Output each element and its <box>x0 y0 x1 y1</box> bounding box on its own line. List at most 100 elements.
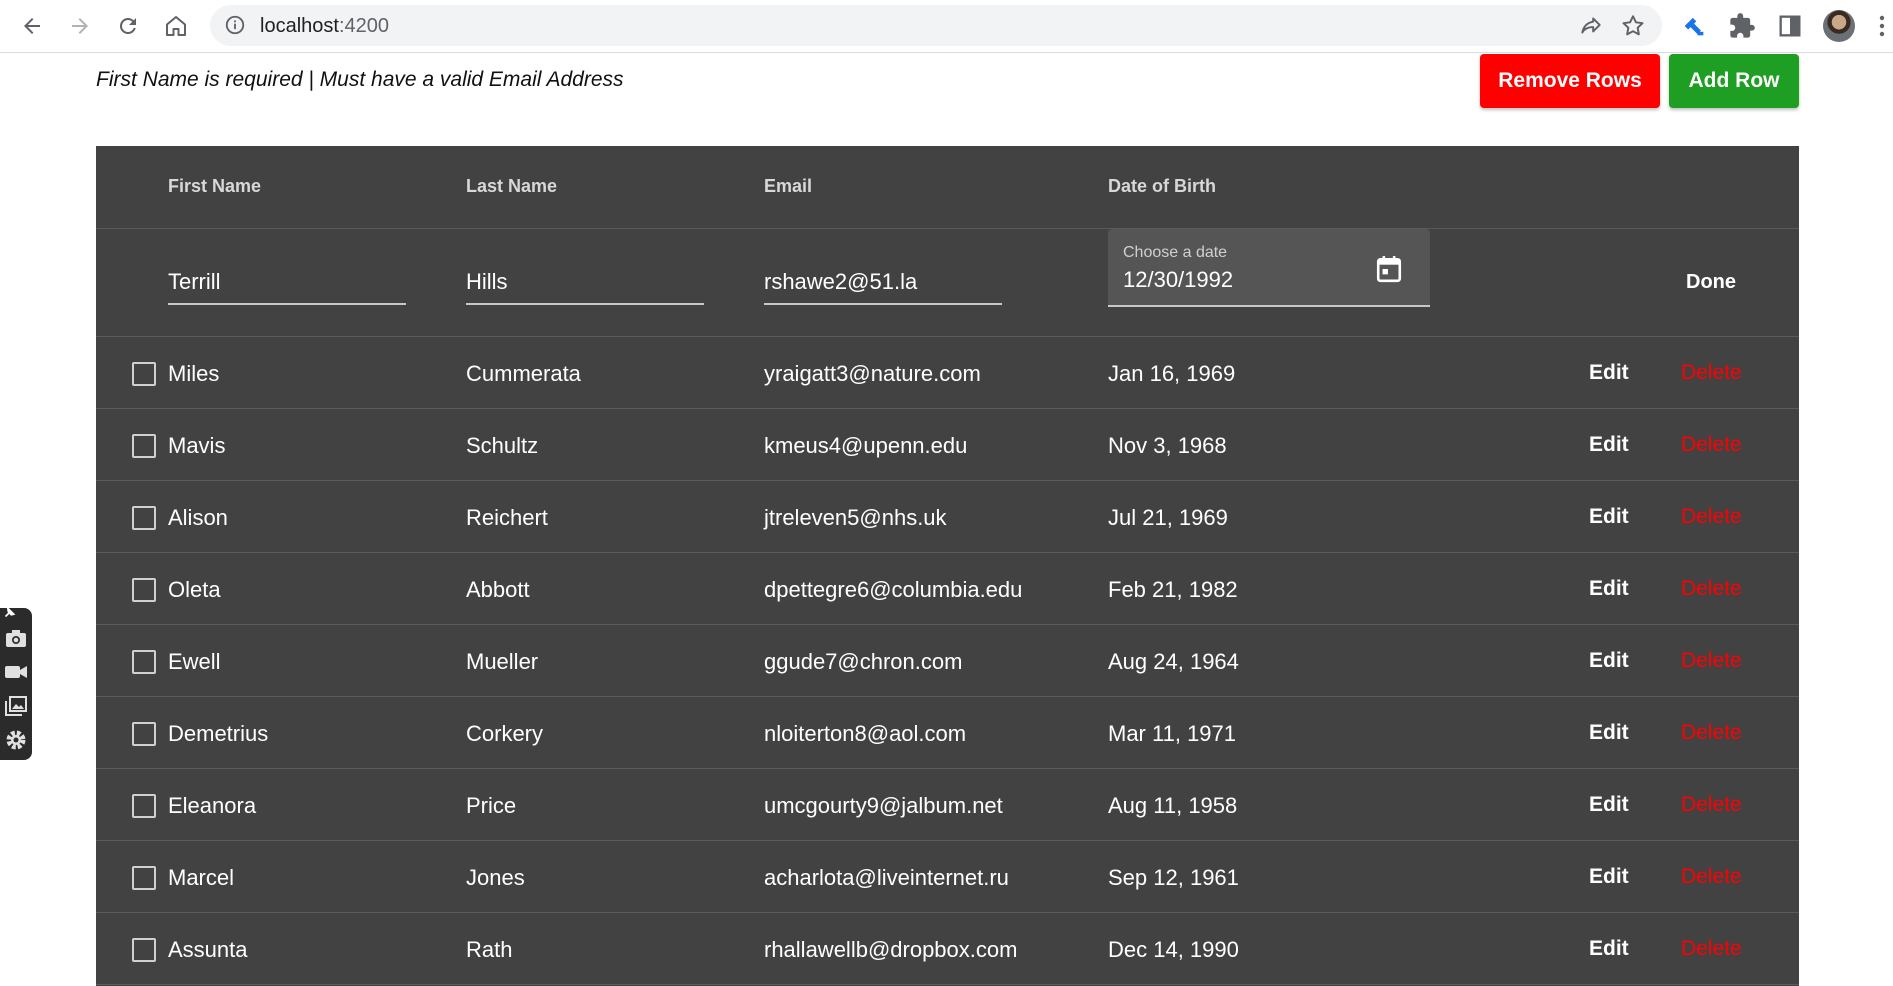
reload-icon <box>119 17 136 34</box>
cell-last-name: Schultz <box>466 433 539 458</box>
header-email[interactable]: Email <box>764 176 812 197</box>
forward-icon <box>72 18 88 34</box>
home-icon <box>166 16 186 36</box>
forward-button[interactable] <box>62 8 98 44</box>
remove-rows-button[interactable]: Remove Rows <box>1480 54 1660 108</box>
validation-message: First Name is required | Must have a val… <box>96 68 624 91</box>
table-row: Assunta Rath rhallawellb@dropbox.com Dec 14… <box>96 913 1799 985</box>
address-bar[interactable]: localhost:4200 <box>210 5 1662 46</box>
url-text: localhost:4200 <box>260 15 389 37</box>
edit-button[interactable]: Edit <box>1589 577 1629 601</box>
row-checkbox[interactable] <box>132 866 156 890</box>
info-icon[interactable] <box>224 14 246 36</box>
first-name-input[interactable] <box>168 269 406 295</box>
video-icon[interactable] <box>4 660 28 684</box>
reload-button[interactable] <box>110 8 146 44</box>
delete-button[interactable]: Delete <box>1681 721 1742 745</box>
row-checkbox[interactable] <box>132 362 156 386</box>
cell-first-name: Marcel <box>168 865 235 890</box>
page-content: First Name is required | Must have a val… <box>0 54 1893 986</box>
cell-last-name: Reichert <box>466 505 548 530</box>
cell-email: ggude7@chron.com <box>764 649 963 674</box>
profile-avatar[interactable] <box>1823 10 1855 42</box>
date-of-birth-field: Choose a date <box>1108 229 1430 307</box>
cell-email: jtreleven5@nhs.uk <box>764 505 947 530</box>
table-row: Oleta Abbott dpettegre6@columbia.edu Feb 21… <box>96 553 1799 625</box>
cell-date-of-birth: Jan 16, 1969 <box>1108 361 1236 386</box>
header-first-name[interactable]: First Name <box>168 176 261 197</box>
row-checkbox[interactable] <box>132 794 156 818</box>
cell-last-name: Abbott <box>466 577 530 602</box>
cell-last-name: Price <box>466 793 517 818</box>
cell-last-name: Corkery <box>466 721 544 746</box>
delete-button[interactable]: Delete <box>1681 865 1742 889</box>
email-input[interactable] <box>764 269 1002 295</box>
row-checkbox[interactable] <box>132 434 156 458</box>
cell-first-name: Miles <box>168 361 220 386</box>
table-row: Marcel Jones acharlota@liveinternet.ru Sep … <box>96 841 1799 913</box>
edit-button[interactable]: Edit <box>1589 505 1629 529</box>
edit-button[interactable]: Edit <box>1589 721 1629 745</box>
edit-button[interactable]: Edit <box>1589 865 1629 889</box>
edit-button[interactable]: Edit <box>1589 361 1629 385</box>
header-date-of-birth[interactable]: Date of Birth <box>1108 176 1216 197</box>
table-row: Ewell Mueller ggude7@chron.com Aug 24, 1964… <box>96 625 1799 697</box>
row-checkbox[interactable] <box>132 578 156 602</box>
cell-date-of-birth: Aug 11, 1958 <box>1108 793 1238 818</box>
cell-last-name: Jones <box>466 865 525 890</box>
table-header: First Name Last Name Email Date of Birth <box>96 146 1799 229</box>
cell-last-name: Mueller <box>466 649 539 674</box>
cell-first-name: Mavis <box>168 433 226 458</box>
header-last-name[interactable]: Last Name <box>466 176 557 197</box>
row-checkbox[interactable] <box>132 506 156 530</box>
row-checkbox[interactable] <box>132 938 156 962</box>
cell-date-of-birth: Nov 3, 1968 <box>1108 433 1227 458</box>
gallery-icon[interactable] <box>4 694 28 718</box>
row-checkbox[interactable] <box>132 722 156 746</box>
delete-button[interactable]: Delete <box>1681 937 1742 961</box>
delete-button[interactable]: Delete <box>1681 577 1742 601</box>
star-icon[interactable] <box>1620 13 1646 39</box>
delete-button[interactable]: Delete <box>1681 649 1742 673</box>
edit-button[interactable]: Edit <box>1589 793 1629 817</box>
side-panel-icon[interactable] <box>1776 12 1804 40</box>
table-row: Demetrius Corkery nloiterton8@aol.com Mar 1… <box>96 697 1799 769</box>
cell-date-of-birth: Sep 12, 1961 <box>1108 865 1239 890</box>
add-row-button[interactable]: Add Row <box>1669 54 1799 108</box>
puzzle-icon[interactable] <box>1728 12 1756 40</box>
edit-button[interactable]: Edit <box>1589 649 1629 673</box>
cell-date-of-birth: Jul 21, 1969 <box>1108 505 1228 530</box>
table-row: Mavis Schultz kmeus4@upenn.edu Nov 3, 1968 E… <box>96 409 1799 481</box>
edit-button[interactable]: Edit <box>1589 937 1629 961</box>
table-row: Eleanora Price umcgourty9@jalbum.net Aug 11… <box>96 769 1799 841</box>
delete-button[interactable]: Delete <box>1681 433 1742 457</box>
cell-email: kmeus4@upenn.edu <box>764 433 968 458</box>
back-button[interactable] <box>14 8 50 44</box>
cell-email: dpettegre6@columbia.edu <box>764 577 1023 602</box>
home-button[interactable] <box>158 8 194 44</box>
share-icon[interactable] <box>1578 13 1604 39</box>
delete-button[interactable]: Delete <box>1681 361 1742 385</box>
row-checkbox[interactable] <box>132 650 156 674</box>
calendar-icon[interactable] <box>1376 255 1402 283</box>
cell-first-name: Demetrius <box>168 721 269 746</box>
table-row: Alison Reichert jtreleven5@nhs.uk Jul 21, 1… <box>96 481 1799 553</box>
cell-date-of-birth: Feb 21, 1982 <box>1108 577 1238 602</box>
last-name-input[interactable] <box>466 269 704 295</box>
users-table: First Name Last Name Email Date of Birth… <box>96 146 1799 986</box>
date-of-birth-input[interactable] <box>1123 267 1353 293</box>
cell-first-name: Assunta <box>168 937 248 962</box>
table-row: Miles Cummerata yraigatt3@nature.com Jan 16… <box>96 337 1799 409</box>
cell-first-name: Ewell <box>168 649 221 674</box>
edit-button[interactable]: Edit <box>1589 433 1629 457</box>
delete-button[interactable]: Delete <box>1681 505 1742 529</box>
pin-icon[interactable] <box>2 606 16 620</box>
cell-date-of-birth: Mar 11, 1971 <box>1108 721 1237 746</box>
done-button[interactable]: Done <box>1686 271 1736 294</box>
settings-icon[interactable] <box>4 728 28 752</box>
extension-pin-icon[interactable] <box>1680 12 1708 40</box>
menu-kebab-icon[interactable] <box>1878 12 1886 40</box>
capture-toolbar <box>0 606 32 760</box>
camera-icon[interactable] <box>4 626 28 650</box>
delete-button[interactable]: Delete <box>1681 793 1742 817</box>
